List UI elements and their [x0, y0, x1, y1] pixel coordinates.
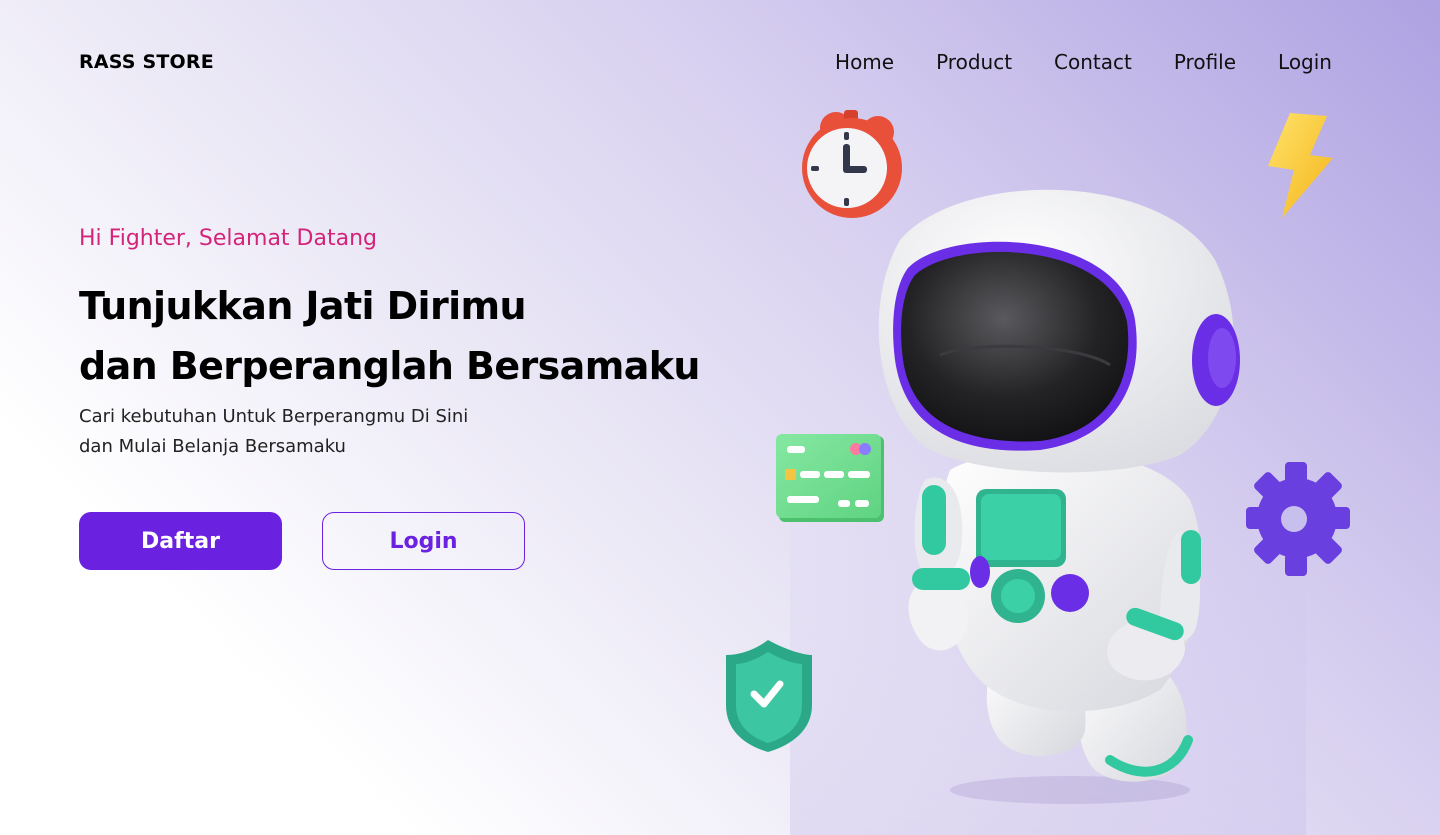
credit-card-icon [776, 434, 884, 522]
alarm-clock-icon [802, 110, 902, 218]
astronaut-icon [878, 189, 1240, 804]
shield-check-icon [726, 640, 812, 752]
hero-illustration [726, 110, 1350, 804]
gear-icon [1246, 462, 1350, 576]
lightning-icon [1268, 113, 1333, 218]
